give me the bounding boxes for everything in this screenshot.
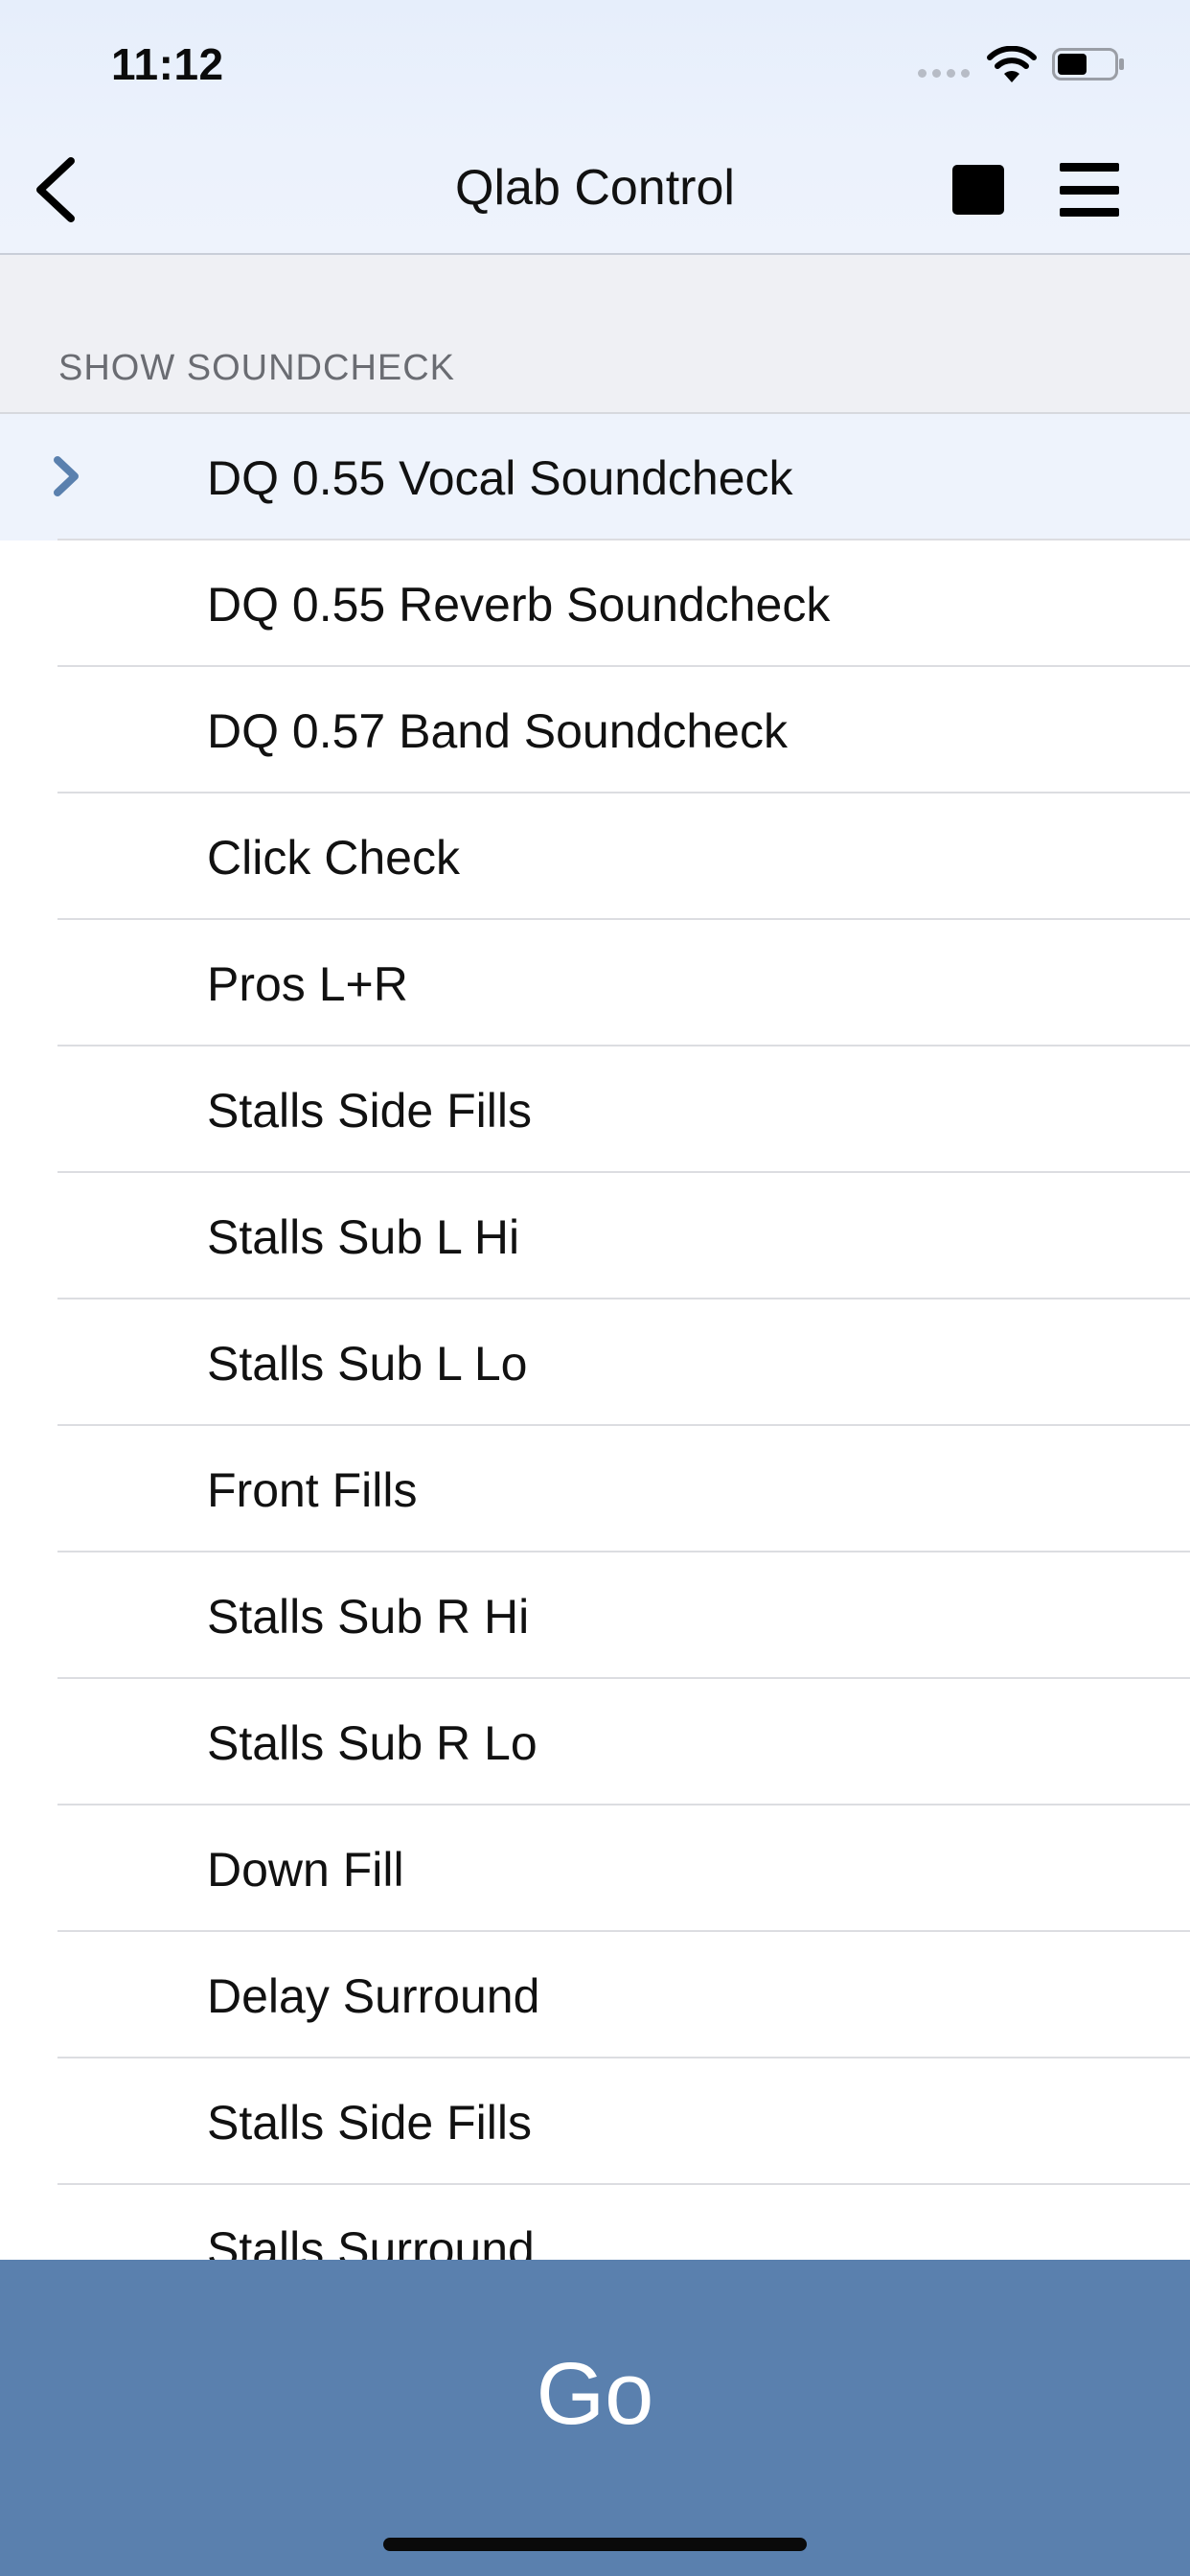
cellular-signal-icon	[918, 69, 970, 78]
go-button[interactable]: Go	[0, 2260, 1190, 2576]
cue-row[interactable]: DQ 0.57 Band Soundcheck	[0, 667, 1190, 794]
cue-label: DQ 0.57 Band Soundcheck	[207, 704, 788, 758]
cue-row[interactable]: Click Check	[0, 794, 1190, 920]
cue-row[interactable]: Pros L+R	[0, 920, 1190, 1046]
cue-row[interactable]: Stalls Sub R Hi	[0, 1552, 1190, 1679]
cue-list[interactable]: DQ 0.55 Vocal Soundcheck DQ 0.55 Reverb S…	[0, 414, 1190, 2260]
cue-label: Down Fill	[207, 1843, 404, 1897]
section-title: SHOW SOUNDCHECK	[58, 348, 456, 388]
cue-row[interactable]: Stalls Side Fills	[0, 2058, 1190, 2185]
cue-label: Stalls Side Fills	[207, 2096, 532, 2150]
cue-row[interactable]: Down Fill	[0, 1806, 1190, 1932]
home-indicator	[383, 2538, 807, 2551]
cue-label: Stalls Sub L Lo	[207, 1337, 528, 1391]
status-time: 11:12	[111, 39, 224, 89]
cue-label: Stalls Sub L Hi	[207, 1210, 520, 1264]
cue-label: Pros L+R	[207, 957, 408, 1011]
cue-label: Stalls Sub R Lo	[207, 1716, 538, 1770]
menu-button[interactable]	[1060, 163, 1119, 217]
page-title: Qlab Control	[455, 160, 735, 216]
cue-row[interactable]: Delay Surround	[0, 1932, 1190, 2058]
cue-label: DQ 0.55 Reverb Soundcheck	[207, 578, 831, 632]
wifi-icon	[987, 46, 1037, 82]
cue-row[interactable]: Stalls Sub L Hi	[0, 1173, 1190, 1300]
cue-row[interactable]: Stalls Surround	[0, 2185, 1190, 2260]
section-header: SHOW SOUNDCHECK	[0, 255, 1190, 414]
battery-icon	[1052, 48, 1124, 80]
go-button-label: Go	[536, 2345, 654, 2443]
cue-row[interactable]: DQ 0.55 Reverb Soundcheck	[0, 540, 1190, 667]
cue-row[interactable]: Front Fills	[0, 1426, 1190, 1552]
cue-row[interactable]: Stalls Side Fills	[0, 1046, 1190, 1173]
cue-row[interactable]: DQ 0.55 Vocal Soundcheck	[0, 414, 1190, 540]
cue-label: DQ 0.55 Vocal Soundcheck	[207, 451, 793, 505]
stop-button[interactable]	[952, 165, 1004, 215]
cue-label: Click Check	[207, 831, 460, 885]
top-bar: 11:12 Qlab Control	[0, 0, 1190, 255]
cue-label: Front Fills	[207, 1463, 418, 1517]
cue-row[interactable]: Stalls Sub R Lo	[0, 1679, 1190, 1806]
cue-row[interactable]: Stalls Sub L Lo	[0, 1300, 1190, 1426]
cue-label: Stalls Side Fills	[207, 1084, 532, 1138]
cue-label: Stalls Sub R Hi	[207, 1590, 530, 1644]
cue-label: Delay Surround	[207, 1969, 540, 2023]
cue-label: Stalls Surround	[207, 2222, 535, 2260]
chevron-right-icon	[54, 456, 79, 496]
